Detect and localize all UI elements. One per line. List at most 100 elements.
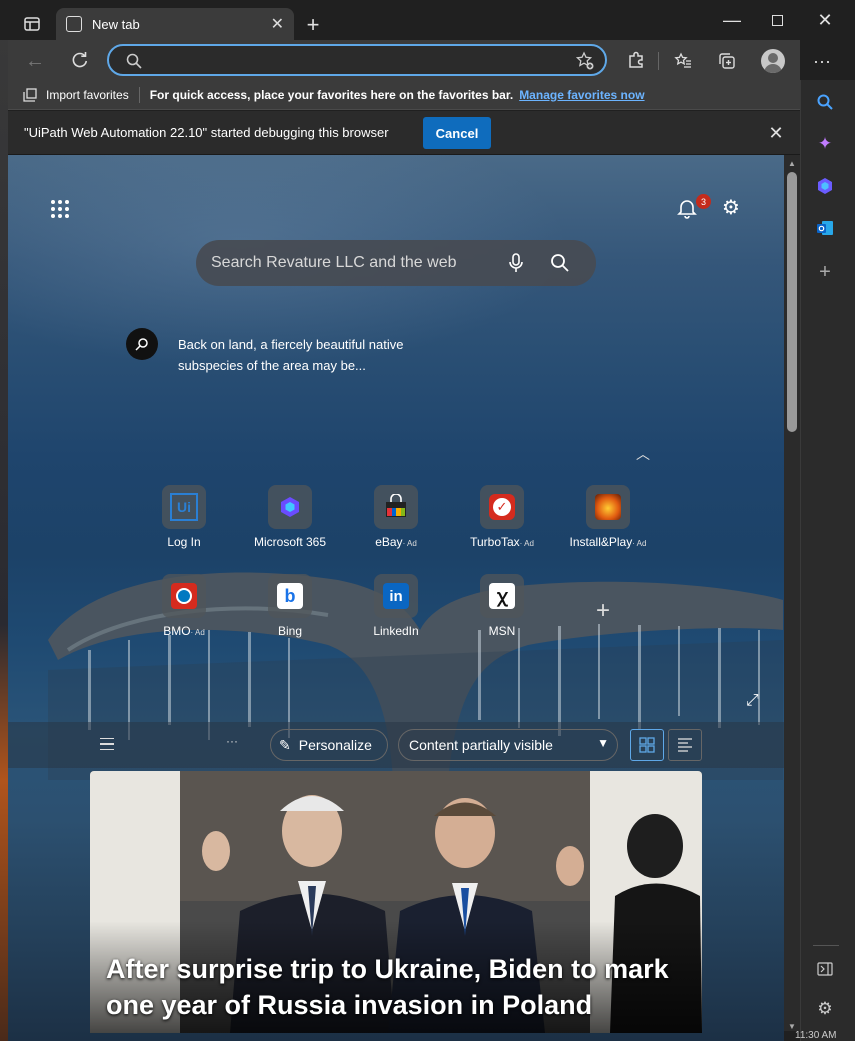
quick-link-tile[interactable]: ꭓ MSN xyxy=(452,574,552,638)
tile-label: Microsoft 365 xyxy=(253,535,327,549)
newtab-search-box[interactable]: Search Revature LLC and the web xyxy=(196,240,596,286)
ad-marker: · Ad xyxy=(190,628,205,637)
extensions-button[interactable] xyxy=(626,50,648,72)
refresh-icon xyxy=(72,52,88,68)
minimize-button[interactable]: — xyxy=(722,10,742,30)
tab-actions-icon[interactable] xyxy=(22,14,42,34)
favorites-bar: Import favorites For quick access, place… xyxy=(8,80,800,110)
tile-label: Log In xyxy=(167,535,201,549)
desktop-edge xyxy=(0,0,8,1041)
feed-toolbar: ··· ✎ Personalize Content partially visi… xyxy=(8,722,784,768)
debugging-infobar: "UiPath Web Automation 22.10" started de… xyxy=(8,111,800,155)
refresh-button[interactable] xyxy=(70,50,92,72)
content-visibility-value: Content partially visible xyxy=(409,737,553,753)
quick-link-tile[interactable]: in LinkedIn xyxy=(346,574,446,638)
close-infobar-icon[interactable]: ✕ xyxy=(766,123,786,143)
scrollbar-thumb[interactable] xyxy=(787,172,797,432)
grid-layout-button[interactable] xyxy=(630,729,664,761)
search-icon xyxy=(126,53,142,69)
favorites-icon xyxy=(674,52,691,68)
grid-icon xyxy=(639,737,655,753)
list-layout-button[interactable] xyxy=(668,729,702,761)
uipath-icon: Ui xyxy=(162,485,206,529)
tile-label: LinkedIn xyxy=(373,624,419,638)
collections-icon xyxy=(719,53,735,69)
favorites-button[interactable] xyxy=(672,50,694,72)
collapse-tiles-chevron-icon[interactable]: ︿ xyxy=(636,444,650,464)
close-window-button[interactable]: ✕ xyxy=(815,10,835,30)
apps-launcher-icon[interactable] xyxy=(50,199,70,219)
news-headline[interactable]: After surprise trip to Ukraine, Biden to… xyxy=(106,951,696,1023)
manage-favorites-link[interactable]: Manage favorites now xyxy=(519,88,644,102)
list-icon xyxy=(678,738,692,752)
ad-marker: · Ad xyxy=(402,539,417,548)
magnify-icon xyxy=(135,338,148,351)
address-bar[interactable] xyxy=(107,44,607,76)
sidebar-add-icon[interactable]: + xyxy=(814,261,836,283)
quick-link-tile[interactable]: b Bing xyxy=(240,574,340,638)
image-info-button[interactable] xyxy=(126,328,158,360)
sidebar-hide-icon[interactable] xyxy=(814,958,836,980)
quick-link-tile[interactable]: Install&Play· Ad xyxy=(558,485,658,549)
import-icon xyxy=(23,87,37,102)
sidebar-search-icon[interactable] xyxy=(814,91,836,113)
profile-avatar[interactable] xyxy=(761,49,785,73)
tile-label: MSN xyxy=(488,624,516,638)
tab-new-tab[interactable]: New tab ✕ xyxy=(56,8,294,40)
search-submit-icon[interactable] xyxy=(550,253,570,273)
sidebar-outlook-icon[interactable] xyxy=(814,217,836,239)
add-shortcut-button[interactable]: + xyxy=(596,597,610,625)
image-caption[interactable]: Back on land, a fiercely beautiful nativ… xyxy=(178,334,438,376)
install-play-icon xyxy=(586,485,630,529)
tile-label: BMO xyxy=(163,624,191,638)
scroll-up-arrow[interactable]: ▲ xyxy=(788,159,796,168)
sidebar-discover-icon[interactable]: ✦ xyxy=(814,133,836,155)
personalize-icon: ✎ xyxy=(279,736,291,753)
favbar-divider xyxy=(138,86,140,103)
sidebar-office-icon[interactable] xyxy=(814,175,836,197)
bing-icon: b xyxy=(268,574,312,618)
import-favorites-button[interactable]: Import favorites xyxy=(46,88,129,102)
new-tab-page-icon xyxy=(66,16,82,32)
new-tab-button[interactable]: + xyxy=(302,12,324,37)
ad-marker: · Ad xyxy=(519,539,534,548)
microphone-icon[interactable] xyxy=(508,253,524,273)
title-bar: New tab ✕ + — ✕ xyxy=(0,0,855,40)
settings-and-more-button[interactable]: ··· xyxy=(811,50,833,72)
chevron-down-icon: ▼ xyxy=(597,736,609,750)
quick-link-tile[interactable]: Ui Log In xyxy=(134,485,234,549)
content-visibility-select[interactable]: Content partially visible ▼ xyxy=(398,729,618,761)
microsoft-365-icon xyxy=(268,485,312,529)
turbotax-icon: ✓ xyxy=(480,485,524,529)
quick-link-tile[interactable]: eBay· Ad xyxy=(346,485,446,549)
notifications-button[interactable] xyxy=(676,197,698,219)
sidebar-divider xyxy=(813,945,839,946)
edge-sidebar: ✦ + ⚙ xyxy=(800,80,855,1041)
page-settings-gear-icon[interactable]: ⚙ xyxy=(720,197,742,219)
tile-label: Bing xyxy=(277,624,303,638)
collections-button[interactable] xyxy=(716,50,738,72)
quick-link-tile[interactable]: Microsoft 365 xyxy=(240,485,340,549)
add-favorite-icon[interactable] xyxy=(575,51,595,71)
ad-marker: · Ad xyxy=(632,539,647,548)
close-tab-icon[interactable]: ✕ xyxy=(271,14,284,34)
feed-more-button[interactable]: ··· xyxy=(226,734,238,748)
notification-badge: 3 xyxy=(696,194,711,209)
ebay-icon xyxy=(374,485,418,529)
cancel-button[interactable]: Cancel xyxy=(423,117,491,149)
sidebar-settings-icon[interactable]: ⚙ xyxy=(814,998,836,1020)
personalize-button[interactable]: ✎ Personalize xyxy=(270,729,388,761)
toolbar-divider xyxy=(658,52,659,70)
feed-menu-icon[interactable] xyxy=(100,738,114,750)
quick-link-tile[interactable]: ✓ TurboTax· Ad xyxy=(452,485,552,549)
msn-icon: ꭓ xyxy=(480,574,524,618)
bell-icon xyxy=(677,200,697,219)
maximize-button[interactable] xyxy=(772,15,783,26)
quick-link-tile[interactable]: BMO· Ad xyxy=(134,574,234,638)
tile-label: eBay xyxy=(375,535,403,549)
personalize-label: Personalize xyxy=(298,737,372,753)
news-hero-card[interactable]: After surprise trip to Ukraine, Biden to… xyxy=(90,771,702,1033)
expand-background-icon[interactable]: ⤢ xyxy=(746,692,759,710)
tile-label: Install&Play xyxy=(569,535,633,549)
back-button[interactable]: ← xyxy=(24,50,46,72)
